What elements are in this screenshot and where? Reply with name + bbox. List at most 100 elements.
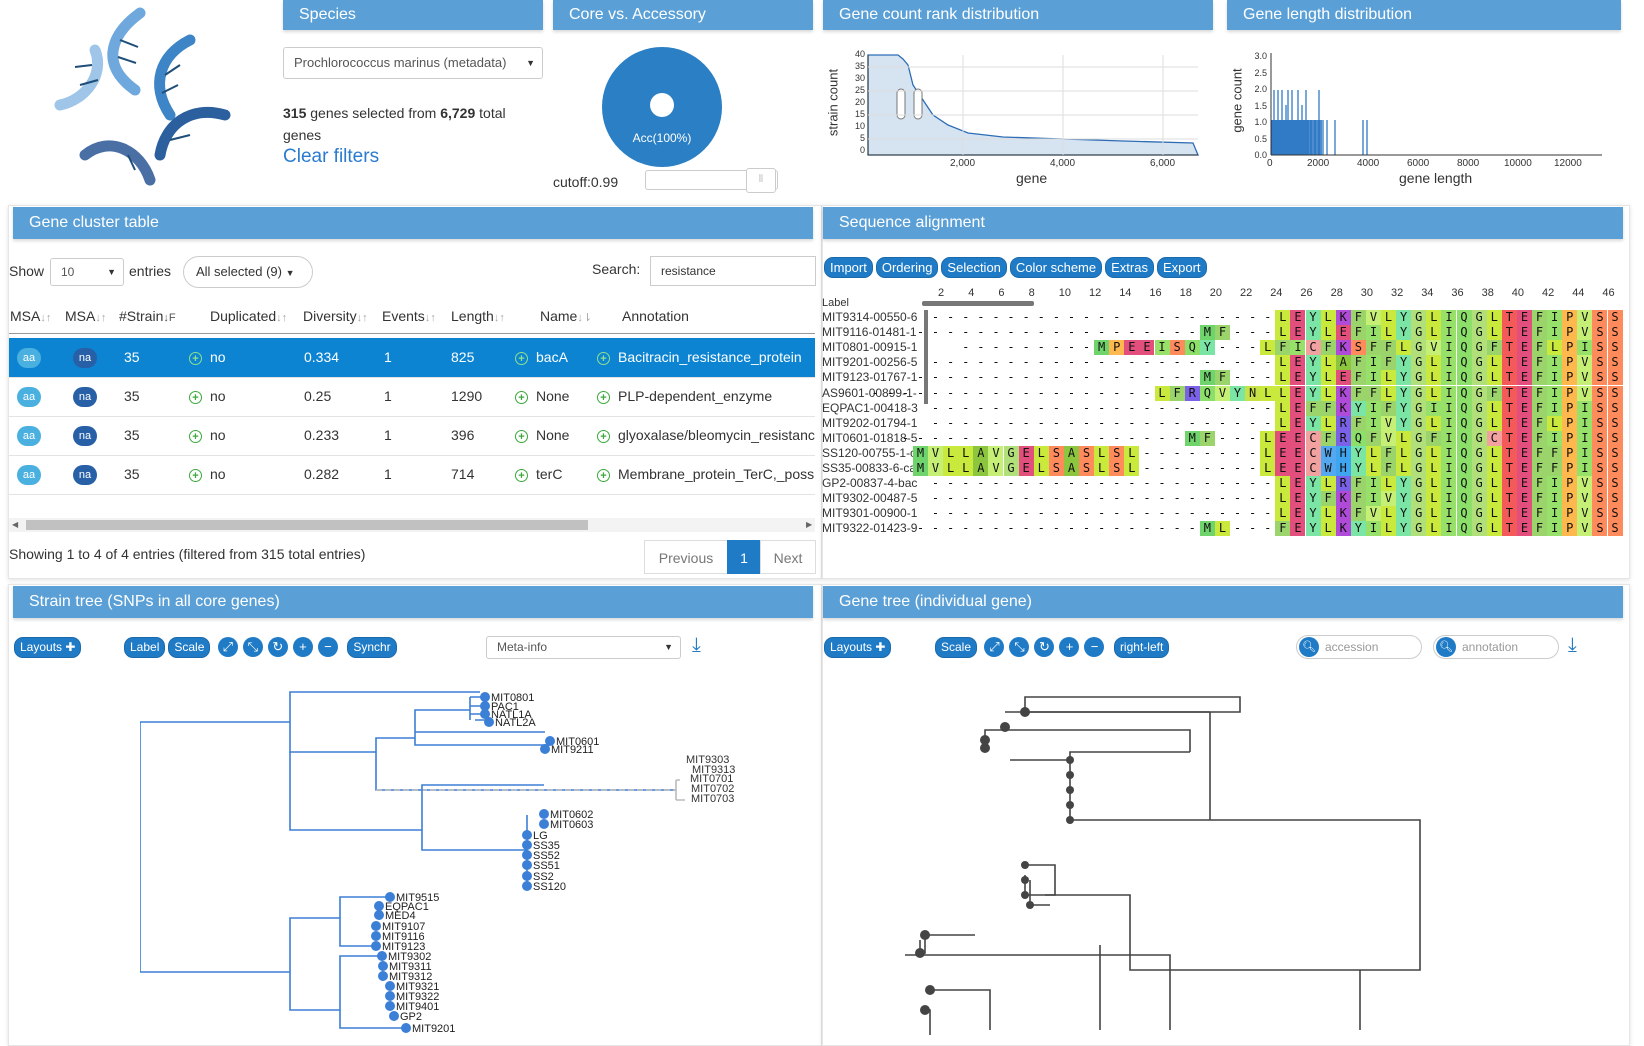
na-badge[interactable]: na — [73, 348, 97, 368]
tree-leaf-node[interactable] — [539, 809, 549, 819]
na-badge[interactable]: na — [73, 426, 97, 446]
length-distribution-chart[interactable]: gene count gene length 3.0 2.5 2.0 1.5 1.0 0.… — [1227, 45, 1621, 190]
page-1-button[interactable]: 1 — [727, 540, 761, 574]
tree-leaf-label[interactable]: MIT0603 — [550, 819, 593, 831]
tree-leaf-node[interactable] — [539, 819, 549, 829]
tree-leaf-node[interactable] — [484, 717, 494, 727]
na-badge[interactable]: na — [73, 465, 97, 485]
scrollbar-thumb[interactable] — [26, 520, 588, 530]
col-strain[interactable]: #Strain↓F — [119, 308, 176, 324]
tree-leaf-node[interactable] — [374, 901, 384, 911]
synchr-button[interactable]: Synchr — [347, 637, 397, 658]
expand-icon[interactable]: ⤢ — [217, 637, 238, 657]
tree-leaf-node[interactable] — [522, 881, 532, 891]
zoom-out-icon[interactable]: − — [317, 637, 338, 657]
gene-download-icon[interactable]: ⤓ — [1568, 634, 1577, 657]
tree-leaf-node[interactable] — [371, 941, 381, 951]
meta-info-select[interactable]: Meta-info ▼ — [486, 636, 681, 659]
plus-circle-icon[interactable]: + — [597, 429, 610, 443]
table-horizontal-scrollbar[interactable]: ◀ ▶ — [9, 518, 815, 532]
cutoff-slider[interactable]: ⦀ — [645, 168, 778, 193]
strain-tree-svg[interactable]: MIT0801PAC1NATL1ANATL2AMIT0601MIT9211MIT… — [140, 690, 800, 1037]
strain-layouts-button[interactable]: Layouts ✚ — [14, 637, 82, 658]
tree-leaf-node[interactable] — [480, 692, 490, 702]
tree-leaf-node[interactable] — [374, 910, 384, 920]
tree-leaf-node[interactable] — [378, 971, 388, 981]
tree-leaf-node[interactable] — [371, 931, 381, 941]
col-name[interactable]: Name↓⇂ — [540, 308, 592, 324]
accession-search[interactable]: 🔍︎ accession — [1296, 635, 1422, 659]
tree-leaf-node[interactable] — [385, 981, 395, 991]
tree-leaf-label[interactable]: MIT9211 — [551, 744, 594, 756]
plus-circle-icon[interactable]: + — [597, 468, 610, 482]
annotation-search[interactable]: 🔍︎ annotation — [1433, 635, 1559, 659]
tree-leaf-node[interactable] — [371, 921, 381, 931]
tree-leaf-node[interactable] — [385, 991, 395, 1001]
tree-leaf-node[interactable] — [540, 744, 550, 754]
tree-leaf-node[interactable] — [401, 1023, 411, 1033]
table-row[interactable]: aa na 35 + no 0.25 1 1290 + None + PLP-dependent_en… — [9, 377, 815, 417]
tree-leaf-label[interactable]: SS120 — [533, 881, 566, 893]
scroll-left-arrow[interactable]: ◀ — [12, 518, 18, 532]
tree-leaf-label[interactable]: MIT0703 — [691, 793, 734, 805]
plus-circle-icon[interactable]: + — [597, 351, 610, 365]
tree-leaf-label[interactable]: NATL2A — [495, 717, 536, 729]
tree-leaf-label[interactable]: MIT9201 — [412, 1023, 455, 1035]
clear-filters-link[interactable]: Clear filters — [283, 146, 379, 168]
gene-layouts-button[interactable]: Layouts ✚ — [824, 637, 892, 658]
compress-icon[interactable]: ⤡ — [242, 637, 263, 657]
col-diversity[interactable]: Diversity↓↑ — [303, 308, 368, 324]
plus-circle-icon[interactable]: + — [189, 351, 202, 365]
tree-leaf-node[interactable] — [389, 1011, 399, 1021]
tree-leaf-node[interactable] — [522, 871, 532, 881]
tree-leaf-node[interactable] — [522, 850, 532, 860]
tree-leaf-node[interactable] — [378, 961, 388, 971]
plus-circle-icon[interactable]: + — [515, 390, 528, 404]
plus-circle-icon[interactable]: + — [515, 429, 528, 443]
right-left-button[interactable]: right-left — [1113, 637, 1170, 658]
tree-leaf-node[interactable] — [377, 951, 387, 961]
table-row[interactable]: aa na 35 + no 0.334 1 825 + bacA + Bacitracin_resis… — [9, 338, 815, 378]
aa-badge[interactable]: aa — [17, 426, 41, 446]
table-search-input[interactable]: resistance — [650, 256, 816, 286]
compress-icon[interactable]: ⤡ — [1009, 637, 1030, 657]
alignment-label-scroll[interactable] — [922, 301, 1034, 306]
plus-circle-icon[interactable]: + — [515, 468, 528, 482]
column-filter-dropdown[interactable]: All selected (9) ▼ — [183, 256, 313, 288]
col-msa-na[interactable]: MSA↓↑ — [65, 308, 106, 324]
cutoff-slider-handle[interactable]: ⦀ — [746, 168, 776, 193]
zoom-in-icon[interactable]: + — [292, 637, 313, 657]
gene-tree-svg[interactable] — [870, 690, 1470, 1037]
core-accessory-donut[interactable]: Acc(100%) — [600, 45, 724, 169]
col-annotation[interactable]: Annotation — [622, 308, 689, 324]
extras-button[interactable]: Extras — [1105, 257, 1154, 278]
plus-circle-icon[interactable]: + — [189, 390, 202, 404]
ordering-button[interactable]: Ordering — [875, 257, 939, 278]
na-badge[interactable]: na — [73, 387, 97, 407]
table-row[interactable]: aa na 35 + no 0.233 1 396 + None + glyoxalase/bleom… — [9, 416, 815, 456]
zoom-in-icon[interactable]: + — [1059, 637, 1080, 657]
tree-leaf-label[interactable]: GP2 — [400, 1011, 422, 1023]
tree-leaf-node[interactable] — [385, 1001, 395, 1011]
rank-distribution-chart[interactable]: strain count gene 40 35 30 25 20 15 10 5 0 2,000… — [823, 45, 1213, 190]
zoom-out-icon[interactable]: − — [1084, 637, 1105, 657]
aa-badge[interactable]: aa — [17, 348, 41, 368]
plus-circle-icon[interactable]: + — [515, 351, 528, 365]
import-button[interactable]: Import — [824, 257, 873, 278]
plus-circle-icon[interactable]: + — [597, 390, 610, 404]
col-length[interactable]: Length↓↑ — [451, 308, 505, 324]
plus-circle-icon[interactable]: + — [189, 468, 202, 482]
label-button[interactable]: Label — [124, 637, 166, 658]
plus-circle-icon[interactable]: + — [189, 429, 202, 443]
selection-button[interactable]: Selection — [941, 257, 1007, 278]
export-button[interactable]: Export — [1156, 257, 1207, 278]
strain-download-icon[interactable]: ⤓ — [692, 634, 701, 657]
expand-icon[interactable]: ⤢ — [984, 637, 1005, 657]
color-scheme-button[interactable]: Color scheme — [1009, 257, 1103, 278]
col-duplicated[interactable]: Duplicated↓↑ — [210, 308, 287, 324]
col-events[interactable]: Events↓↑ — [382, 308, 436, 324]
entries-select[interactable]: 10 ▼ — [50, 258, 124, 286]
table-row[interactable]: aa na 35 + no 0.282 1 714 + terC + Membrane_protein… — [9, 455, 815, 495]
species-select[interactable]: Prochlorococcus marinus (metadata) ▼ — [283, 47, 543, 79]
tree-leaf-node[interactable] — [522, 860, 532, 870]
